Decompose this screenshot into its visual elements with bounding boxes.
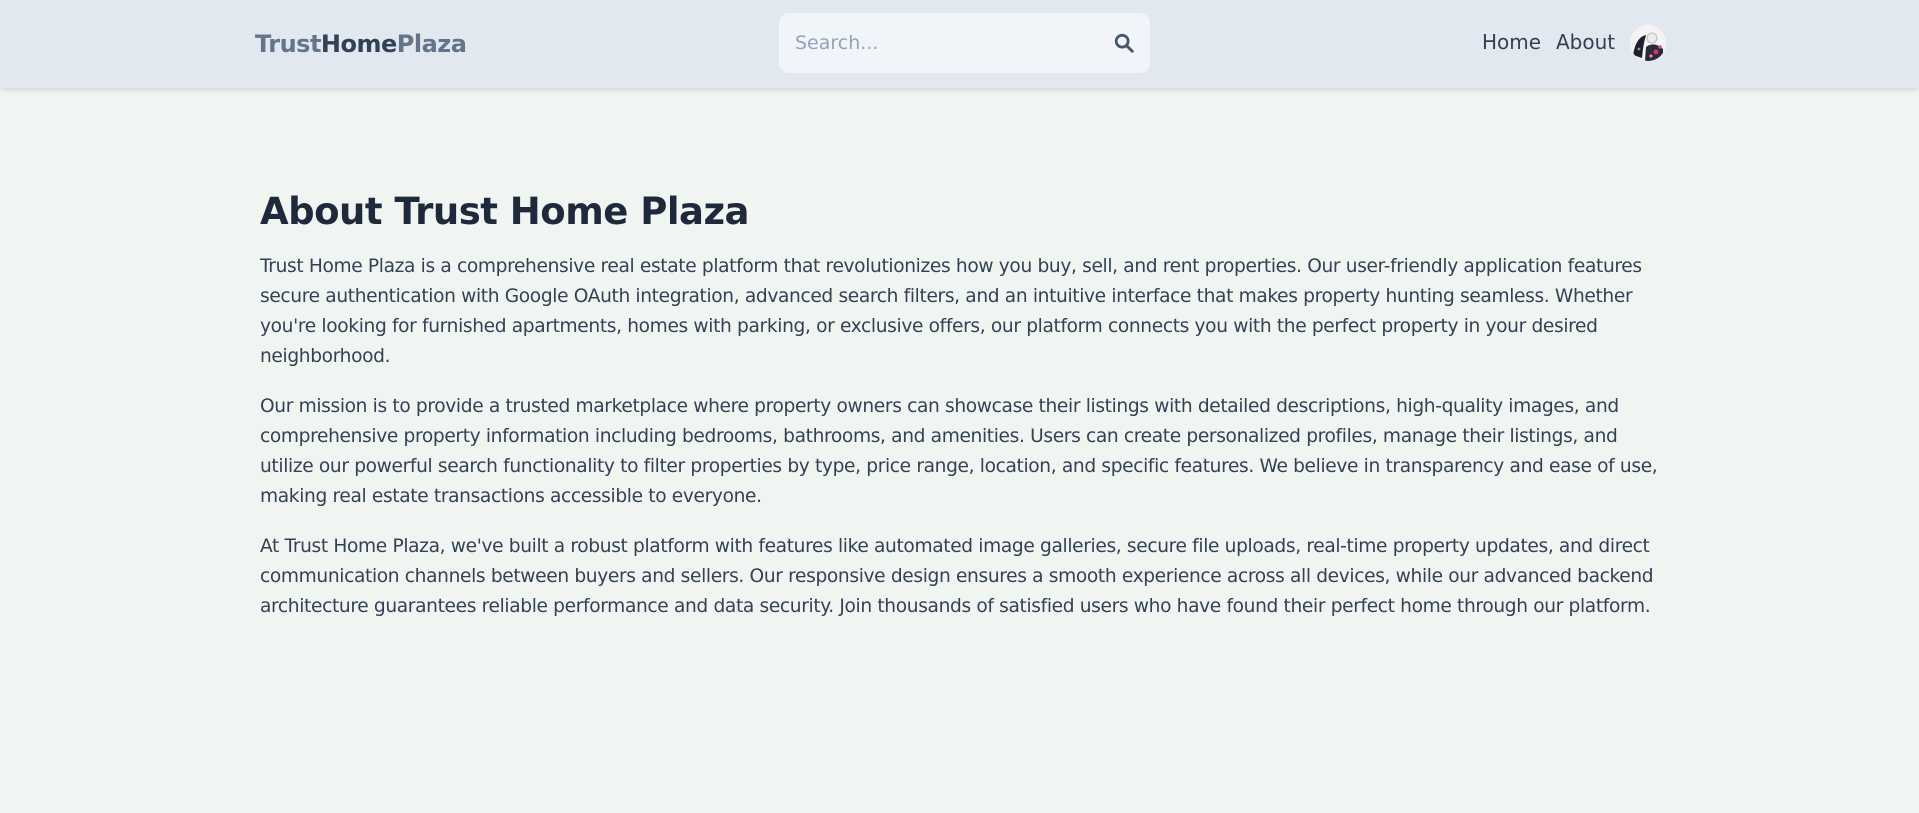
top-header: TrustHomePlaza Home About [0, 0, 1919, 88]
nav-home-link[interactable]: Home [1482, 28, 1541, 56]
logo-part-trust: Trust [255, 30, 321, 58]
avatar[interactable] [1630, 25, 1666, 61]
search-input[interactable] [795, 13, 1095, 73]
page-title: About Trust Home Plaza [260, 190, 750, 233]
site-logo[interactable]: TrustHomePlaza [255, 29, 467, 59]
logo-part-home: Home [320, 30, 397, 58]
about-section: About Trust Home Plaza Trust Home Plaza … [260, 188, 1665, 642]
about-paragraph: At Trust Home Plaza, we've built a robus… [260, 536, 1654, 617]
search-form [779, 13, 1150, 73]
avatar-image [1630, 25, 1666, 61]
nav-about-link[interactable]: About [1556, 28, 1615, 56]
about-paragraph: Our mission is to provide a trusted mark… [260, 396, 1658, 507]
about-paragraph: Trust Home Plaza is a comprehensive real… [260, 256, 1642, 367]
search-button[interactable] [1110, 29, 1138, 57]
search-icon [1114, 33, 1134, 53]
logo-part-plaza: Plaza [396, 30, 467, 58]
